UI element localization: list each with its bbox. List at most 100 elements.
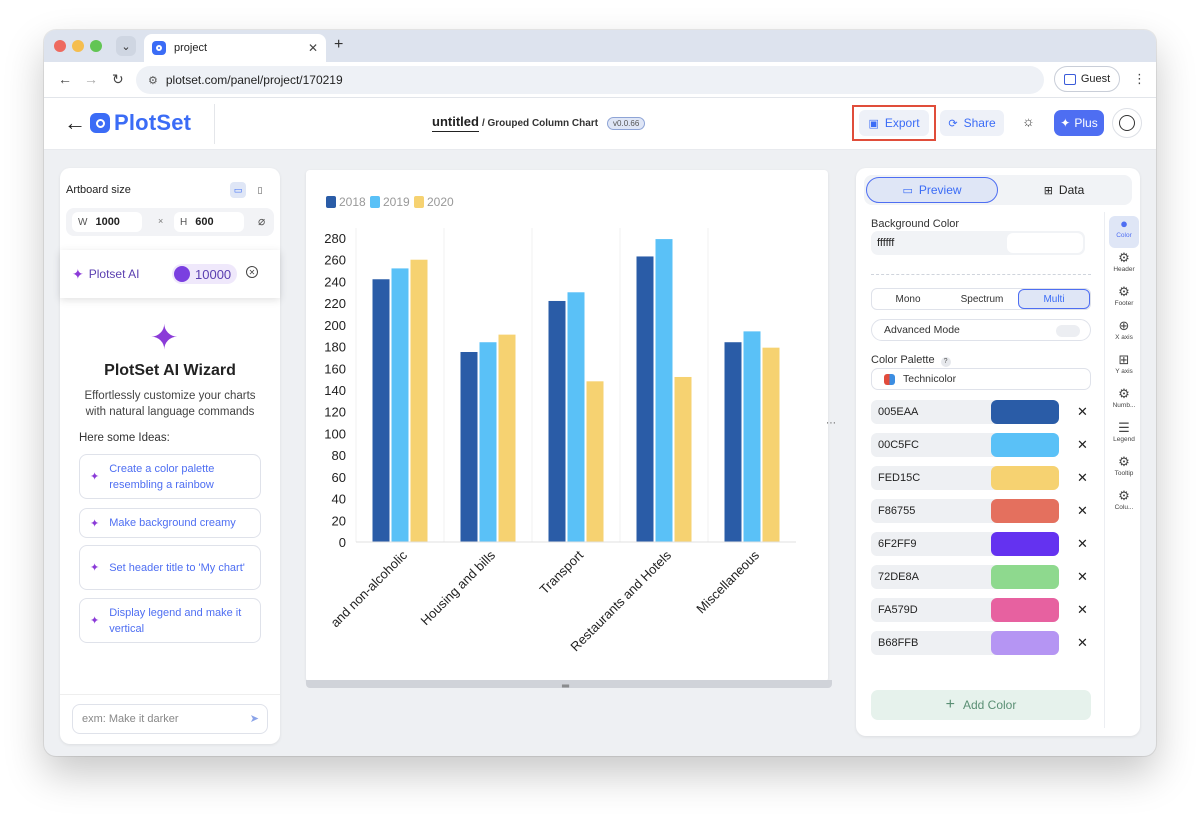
settings-side-tabs: ● Color ⚙ Header ⚙ Footer ⊕ X axis ⊞ Y axis ⚙… (1104, 212, 1140, 728)
palette-select[interactable]: Technicolor (871, 368, 1091, 390)
resize-handle-right-icon[interactable]: ⋯ (826, 418, 836, 429)
theme-sun-icon[interactable]: ☼ (1022, 113, 1035, 129)
new-tab-plus-icon[interactable]: + (334, 36, 343, 54)
y-tick-label: 80 (332, 448, 346, 463)
credits-badge: 10000 (172, 264, 238, 284)
close-window-button[interactable] (54, 40, 66, 52)
back-arrow-icon[interactable]: ← (58, 71, 72, 87)
mode-mono[interactable]: Mono (872, 289, 944, 309)
back-arrow-icon[interactable]: ← (64, 110, 86, 136)
color-palette-label-text: Color Palette (871, 354, 935, 366)
idea-chip[interactable]: ✦ Make background creamy (79, 508, 261, 538)
mobile-icon[interactable]: ▯ (252, 182, 268, 198)
color-row: 6F2FF9 ✕ (871, 532, 1107, 556)
section-divider (871, 274, 1091, 275)
tab-data[interactable]: ⊞ Data (998, 177, 1130, 203)
side-tab-y-axis[interactable]: ⊞ Y axis (1109, 352, 1139, 384)
browser-menu-icon[interactable]: ⋮ (1133, 71, 1146, 87)
side-tab-footer[interactable]: ⚙ Footer (1109, 284, 1139, 316)
side-tab-header[interactable]: ⚙ Header (1109, 250, 1139, 282)
color-swatch[interactable] (991, 631, 1059, 655)
side-tab-color[interactable]: ● Color (1109, 216, 1139, 248)
forward-arrow-icon[interactable]: → (84, 71, 98, 87)
advanced-mode-toggle[interactable] (1056, 325, 1080, 337)
tab-list-chevron-icon[interactable]: ⌄ (116, 36, 136, 56)
maximize-window-button[interactable] (90, 40, 102, 52)
side-tab-label: Y axis (1115, 368, 1133, 375)
y-tick-label: 140 (324, 383, 346, 398)
side-tab-number[interactable]: ⚙ Numb... (1109, 386, 1139, 418)
header-divider (214, 104, 215, 144)
guest-profile-button[interactable]: Guest (1054, 66, 1120, 92)
legend-label: 2019 (383, 195, 410, 209)
side-tab-legend[interactable]: ☰ Legend (1109, 420, 1139, 452)
side-tab-tooltip[interactable]: ⚙ Tooltip (1109, 454, 1139, 486)
x-tick-label: Restaurants and Hotels (567, 547, 674, 654)
export-button[interactable]: ▣ Export (859, 110, 929, 136)
send-icon[interactable]: ➤ (250, 712, 259, 725)
side-tab-label: Color (1116, 232, 1132, 239)
mode-multi[interactable]: Multi (1018, 289, 1090, 309)
tab-preview[interactable]: ▭ Preview (866, 177, 998, 203)
bar (674, 376, 692, 542)
background-color-field[interactable]: ffffff (871, 231, 1085, 255)
y-tick-label: 180 (324, 340, 346, 355)
plotset-logo[interactable]: PlotSet (90, 110, 191, 136)
help-icon[interactable]: ? (940, 357, 951, 367)
idea-chip[interactable]: ✦ Create a color palette resembling a ra… (79, 454, 261, 499)
tab-title: project (174, 42, 208, 54)
profile-icon (1063, 73, 1076, 85)
color-swatch[interactable] (991, 532, 1059, 556)
plus-button[interactable]: ✦ Plus (1054, 110, 1104, 136)
color-swatch[interactable] (991, 499, 1059, 523)
remove-color-icon[interactable]: ✕ (1077, 635, 1088, 651)
remove-color-icon[interactable]: ✕ (1077, 536, 1088, 552)
app-header: ← PlotSet untitled / Grouped Column Char… (44, 98, 1156, 150)
url-field[interactable]: ⚙ plotset.com/panel/project/170219 (136, 66, 1044, 94)
remove-color-icon[interactable]: ✕ (1077, 470, 1088, 486)
height-field[interactable]: H 600 (174, 212, 244, 232)
doc-name[interactable]: untitled (432, 114, 479, 132)
bar (586, 381, 604, 542)
chart-artboard[interactable]: 2018 2019 2020 280 260 240 220 200 180 160 140 120 1… (306, 170, 828, 682)
minimize-window-button[interactable] (72, 40, 84, 52)
color-palette-label: Color Palette? (871, 354, 951, 367)
color-row: 00C5FC ✕ (871, 433, 1107, 457)
share-button[interactable]: ⟳ Share (940, 110, 1004, 136)
close-icon[interactable]: ✕ (246, 266, 258, 278)
remove-color-icon[interactable]: ✕ (1077, 602, 1088, 618)
credits-value: 10000 (195, 266, 232, 282)
resize-handle-bottom-icon[interactable]: ═ (562, 681, 569, 692)
color-swatch[interactable] (991, 466, 1059, 490)
add-color-button[interactable]: + Add Color (871, 690, 1091, 720)
color-swatch[interactable] (991, 400, 1059, 424)
desktop-icon[interactable]: ▭ (230, 182, 246, 198)
background-color-label: Background Color (871, 218, 960, 230)
remove-color-icon[interactable]: ✕ (1077, 404, 1088, 420)
reload-icon[interactable]: ↻ (112, 71, 124, 88)
color-swatch[interactable] (991, 598, 1059, 622)
x-tick-label: and non-alcoholic (327, 547, 410, 630)
user-account-icon[interactable] (1112, 108, 1142, 138)
color-swatch[interactable] (991, 433, 1059, 457)
idea-chip[interactable]: ✦ Set header title to 'My chart' (79, 545, 261, 590)
idea-chip[interactable]: ✦ Display legend and make it vertical (79, 598, 261, 643)
plus-icon: + (945, 696, 955, 713)
aspect-lock-icon[interactable]: ⌀ (258, 214, 265, 228)
mode-spectrum[interactable]: Spectrum (946, 289, 1018, 309)
close-tab-icon[interactable]: ✕ (308, 41, 318, 55)
remove-color-icon[interactable]: ✕ (1077, 503, 1088, 519)
background-color-swatch[interactable] (1007, 233, 1083, 253)
sparkle-icon: ✦ (90, 615, 100, 627)
side-tab-column[interactable]: ⚙ Colu... (1109, 488, 1139, 520)
advanced-mode-label: Advanced Mode (884, 324, 960, 336)
guest-label: Guest (1080, 73, 1111, 85)
chat-input[interactable]: exm: Make it darker ➤ (72, 704, 268, 734)
remove-color-icon[interactable]: ✕ (1077, 569, 1088, 585)
width-field[interactable]: W 1000 (72, 212, 142, 232)
browser-tab[interactable]: project ✕ (144, 34, 326, 62)
side-tab-x-axis[interactable]: ⊕ X axis (1109, 318, 1139, 350)
site-settings-icon[interactable]: ⚙ (148, 74, 158, 87)
color-swatch[interactable] (991, 565, 1059, 589)
remove-color-icon[interactable]: ✕ (1077, 437, 1088, 453)
